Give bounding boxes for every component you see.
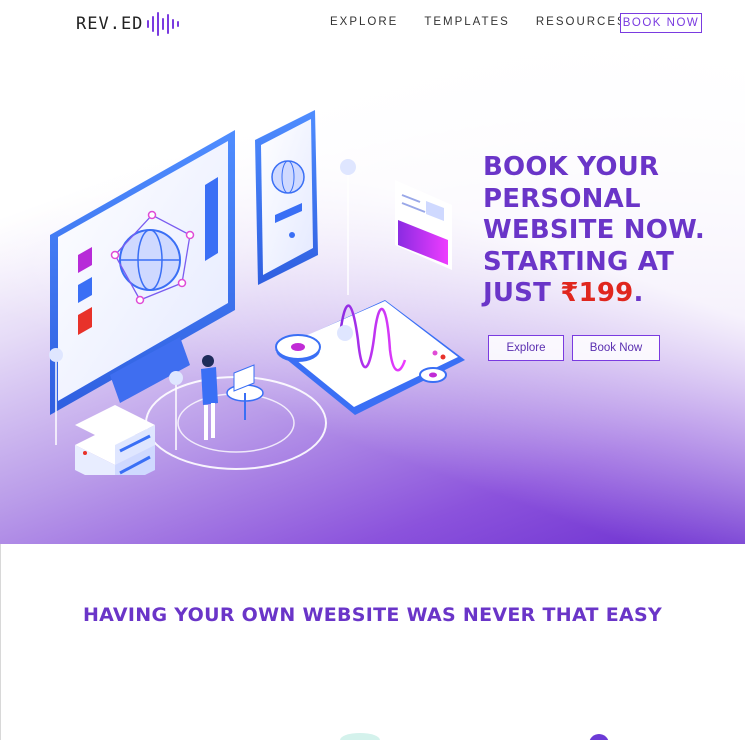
brand-logo[interactable]: REV.ED: [76, 11, 180, 37]
nav-book-now-button[interactable]: BOOK NOW: [620, 13, 702, 33]
hero-section: BOOK YOUR PERSONAL WEBSITE NOW. STARTING…: [0, 50, 745, 544]
headline-line-5-prefix: JUST: [483, 278, 561, 308]
main-nav: EXPLORE TEMPLATES RESOURCES BOOK NOW: [330, 13, 702, 33]
person-graphic: [201, 355, 264, 440]
site-header: REV.ED EXPLORE TEMPLATES RESOURCES BOOK …: [0, 0, 745, 50]
headline-line-3: WEBSITE NOW.: [483, 215, 705, 245]
book-now-button[interactable]: Book Now: [572, 335, 660, 361]
isometric-website-illustration: [49, 110, 465, 475]
nav-templates[interactable]: TEMPLATES: [424, 16, 510, 28]
headline-line-1: BOOK YOUR: [483, 152, 660, 182]
explore-button[interactable]: Explore: [488, 335, 564, 361]
headline-line-2: PERSONAL: [483, 183, 641, 214]
section-title: HAVING YOUR OWN WEBSITE WAS NEVER THAT E…: [82, 604, 663, 626]
price-text: ₹199: [560, 278, 634, 308]
phone-graphic: [255, 110, 318, 285]
small-gear-icon: [419, 367, 447, 383]
hero-headline: BOOK YOUR PERSONAL WEBSITE NOW. STARTING…: [483, 152, 733, 310]
headline-line-5-suffix: .: [633, 278, 644, 308]
server-stack-graphic: [75, 405, 155, 475]
headline-line-4: STARTING AT: [483, 246, 675, 277]
sound-wave-icon: [147, 11, 180, 37]
logo-text: REV.ED: [76, 14, 144, 34]
nav-explore[interactable]: EXPLORE: [330, 16, 398, 28]
decorative-blob: [340, 733, 380, 740]
content-card-graphic: [395, 180, 452, 270]
gear-icon: [275, 334, 321, 362]
nav-resources[interactable]: RESOURCES: [536, 16, 627, 28]
